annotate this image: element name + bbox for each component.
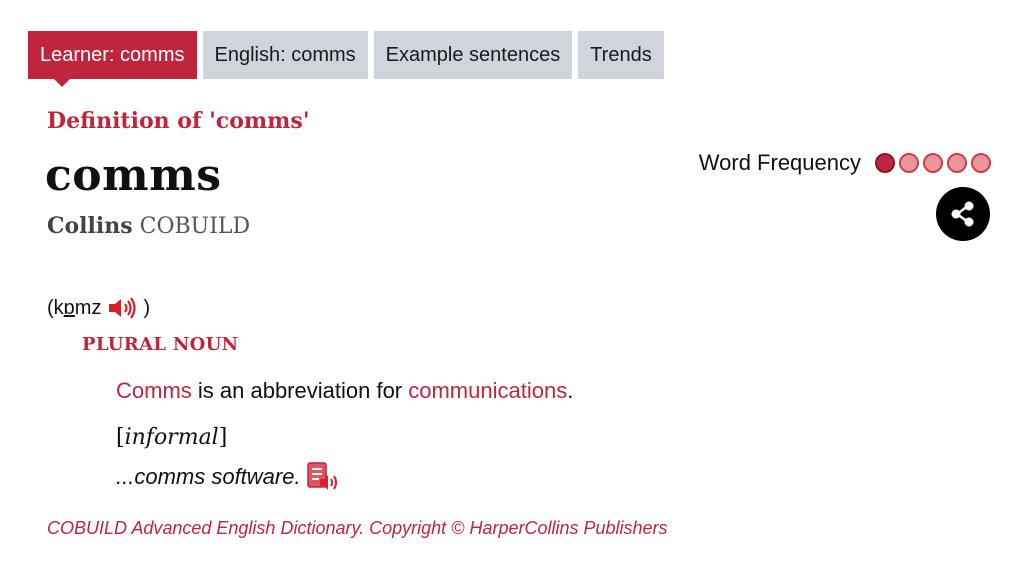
word-frequency-label: Word Frequency xyxy=(698,150,861,175)
example-text: ...comms software. xyxy=(116,464,301,489)
word-frequency-dots xyxy=(875,153,991,173)
register-text: informal xyxy=(124,425,219,450)
frequency-dot xyxy=(875,153,895,173)
pron-pre: k xyxy=(53,296,64,319)
tab-learner[interactable]: Learner: comms xyxy=(28,31,197,87)
sense-definition: Comms is an abbreviation for communicati… xyxy=(116,378,573,404)
tab-trends[interactable]: Trends xyxy=(578,31,664,79)
pron-open: ( xyxy=(47,296,54,319)
register-label: [informal] xyxy=(116,425,227,450)
source-name: COBUILD xyxy=(139,214,251,239)
frequency-dot xyxy=(899,153,919,173)
speaker-icon[interactable] xyxy=(107,296,137,320)
tab-example-sentences[interactable]: Example sentences xyxy=(373,31,573,79)
source-brand: Collins xyxy=(47,213,133,239)
example-audio-icon[interactable] xyxy=(306,462,339,492)
sense-text: is an abbreviation for xyxy=(191,378,409,403)
share-icon[interactable] xyxy=(936,187,990,241)
sense-end: . xyxy=(567,378,574,403)
sense-term-link[interactable]: Comms xyxy=(116,378,192,403)
word-frequency: Word Frequency xyxy=(699,150,991,176)
pron-post: mz xyxy=(74,296,102,319)
frequency-dot xyxy=(971,153,991,173)
pronunciation: ( kɒmz ) xyxy=(47,296,150,320)
part-of-speech: PLURAL NOUN xyxy=(82,334,239,355)
headword: comms xyxy=(45,150,222,201)
pron-stress: ɒ xyxy=(63,296,75,319)
copyright-notice: COBUILD Advanced English Dictionary. Cop… xyxy=(47,518,668,538)
tab-english[interactable]: English: comms xyxy=(202,31,368,79)
dictionary-tabs: Learner: comms English: comms Example se… xyxy=(28,31,664,87)
pron-ipa: kɒmz xyxy=(54,297,102,320)
register-open: [ xyxy=(116,425,125,450)
share-glyph xyxy=(951,201,974,227)
definition-heading: Definition of 'comms' xyxy=(47,108,310,134)
dictionary-source: Collins COBUILD xyxy=(47,213,250,239)
pron-close: ) xyxy=(143,296,151,319)
register-close: ] xyxy=(218,425,228,450)
example-sentence: ...comms software. xyxy=(116,462,339,492)
frequency-dot xyxy=(923,153,943,173)
communications-link[interactable]: communications xyxy=(408,378,567,403)
frequency-dot xyxy=(947,153,967,173)
